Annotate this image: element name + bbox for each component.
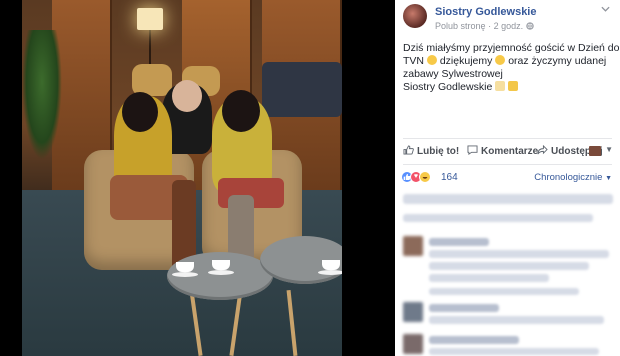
- post-text-line: Dziś miałyśmy przyjemność gościć w Dzień…: [403, 42, 620, 54]
- share-icon: [537, 145, 548, 155]
- thumbs-up-icon: [403, 145, 414, 155]
- commenter-avatar[interactable]: [403, 302, 423, 322]
- man-head: [172, 80, 202, 112]
- woman-left-hair: [122, 92, 158, 132]
- like-page-link[interactable]: Polub stronę: [435, 21, 486, 31]
- blurred-comment-text: [403, 214, 593, 222]
- sparkles-emoji-icon: [508, 81, 519, 91]
- sort-label: Chronologicznie: [534, 172, 603, 183]
- post-signature: Siostry Godlewskie: [403, 81, 493, 93]
- comment-label: Komentarze: [481, 146, 539, 157]
- blurred-commenter-name[interactable]: [429, 304, 499, 312]
- commenter-avatar[interactable]: [403, 236, 423, 256]
- saucer: [318, 270, 342, 275]
- post-meta: Polub stronę · 2 godz.: [435, 21, 534, 31]
- page-name-link[interactable]: Siostry Godlewskie: [435, 6, 536, 18]
- comment-sort-dropdown[interactable]: Chronologicznie ▼: [534, 172, 612, 183]
- globe-icon: [525, 22, 534, 30]
- blurred-comment-text: [429, 274, 549, 282]
- comment-icon: [467, 145, 478, 155]
- blurred-comment-actions[interactable]: [429, 288, 579, 295]
- clinking-glasses-emoji-icon: [495, 81, 506, 91]
- background-sofa: [262, 62, 342, 117]
- page-avatar[interactable]: [403, 4, 427, 28]
- coffee-cup: [212, 260, 230, 270]
- post-text-segment: TVN: [403, 55, 424, 67]
- meta-separator: ·: [488, 21, 492, 31]
- blurred-comment-text: [429, 250, 609, 258]
- reaction-count: 164: [441, 172, 458, 183]
- woman-right-hair: [222, 90, 260, 132]
- saucer: [208, 270, 234, 275]
- floor-lamp: [137, 8, 163, 30]
- plant: [22, 30, 62, 160]
- blurred-view-more-comments[interactable]: [403, 194, 613, 204]
- post-actions: Lubię to! Komentarze Udostępnij ▼: [403, 144, 615, 160]
- haha-reaction-icon: [419, 171, 431, 183]
- saucer: [172, 272, 198, 277]
- actor-selector-avatar[interactable]: [589, 146, 601, 156]
- post-text-line: Siostry Godlewskie: [403, 81, 615, 94]
- divider: [403, 138, 612, 139]
- divider: [403, 164, 612, 165]
- blurred-comment-text: [429, 316, 604, 324]
- blurred-comment-text: [429, 348, 599, 355]
- blurred-commenter-name[interactable]: [429, 238, 489, 246]
- coffee-cup: [176, 262, 194, 272]
- smile-emoji-icon: [426, 55, 437, 65]
- coffee-cup: [322, 260, 340, 270]
- comment-button[interactable]: Komentarze: [467, 145, 538, 157]
- post-text-segment: oraz życzymy udanej: [508, 55, 607, 67]
- smile-emoji-icon: [495, 55, 506, 65]
- post-text-segment: dziękujemy: [439, 55, 493, 67]
- post-text-line: TVN dziękujemy oraz życzymy udanej: [403, 55, 615, 68]
- chevron-down-icon: ▼: [605, 175, 612, 182]
- facebook-photo-viewer: Siostry Godlewskie Polub stronę · 2 godz…: [0, 0, 620, 356]
- post-photo[interactable]: [22, 0, 342, 356]
- post-timestamp[interactable]: 2 godz.: [494, 21, 524, 31]
- blurred-commenter-name[interactable]: [429, 336, 519, 344]
- post-text: Dziś miałyśmy przyjemność gościć w Dzień…: [403, 42, 620, 94]
- blurred-comment-text: [429, 262, 589, 270]
- chevron-down-icon[interactable]: ▼: [605, 145, 613, 154]
- post-sidebar: Siostry Godlewskie Polub stronę · 2 godz…: [395, 0, 620, 356]
- like-button[interactable]: Lubię to!: [403, 145, 459, 157]
- post-text-line: zabawy Sylwestrowej: [403, 68, 503, 80]
- chevron-down-icon[interactable]: [601, 4, 610, 15]
- like-label: Lubię to!: [417, 146, 460, 157]
- commenter-avatar[interactable]: [403, 334, 423, 354]
